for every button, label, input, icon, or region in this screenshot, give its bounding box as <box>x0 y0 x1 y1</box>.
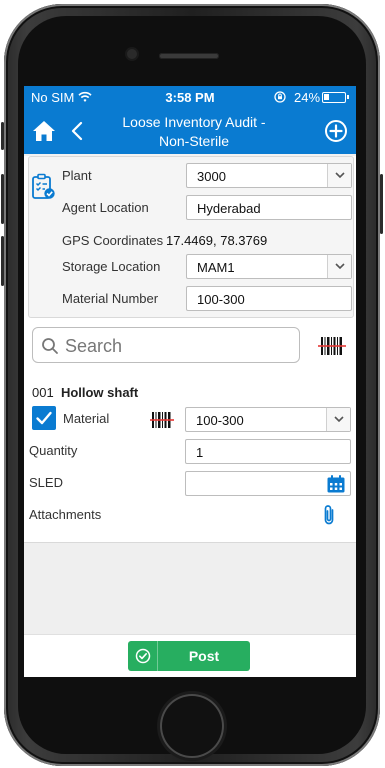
battery-nub <box>347 95 349 99</box>
calendar-icon[interactable] <box>326 474 346 494</box>
item-title: 001 Hollow shaft <box>32 385 138 400</box>
search-box[interactable] <box>32 327 300 363</box>
storage-location-value: MAM1 <box>197 260 235 275</box>
battery-percent: 24% <box>294 90 321 105</box>
sled-label: SLED <box>29 475 63 490</box>
material-label: Material <box>63 411 110 426</box>
material-value: 100-300 <box>196 413 244 428</box>
app-screen: No SIM 3:58 PM 24% Loose Inventory Audit… <box>24 86 356 677</box>
earpiece-speaker <box>159 53 219 59</box>
plant-value: 3000 <box>197 169 226 184</box>
document-check-icon <box>32 173 55 199</box>
storage-location-label: Storage Location <box>62 259 161 274</box>
gps-value: 17.4469, 78.3769 <box>166 233 268 248</box>
back-chevron-icon[interactable] <box>70 121 84 141</box>
storage-location-select[interactable]: MAM1 <box>186 254 352 279</box>
material-select[interactable]: 100-300 <box>185 407 351 432</box>
home-icon[interactable] <box>32 120 56 142</box>
quantity-field[interactable]: 1 <box>185 439 351 464</box>
agent-location-label: Agent Location <box>62 200 149 215</box>
item-name: Hollow shaft <box>60 385 139 400</box>
mute-switch <box>1 122 4 150</box>
item-number: 001 <box>32 385 54 400</box>
page-title: Loose Inventory Audit - Non-Sterile <box>94 113 294 151</box>
quantity-label: Quantity <box>29 443 78 458</box>
material-number-value: 100-300 <box>197 292 245 307</box>
footer-bar: Post <box>24 634 356 677</box>
battery-icon <box>322 92 349 103</box>
plant-label: Plant <box>62 168 92 183</box>
checkbox-checked-icon <box>36 411 52 425</box>
barcode-scan-icon[interactable] <box>318 335 346 357</box>
quantity-value: 1 <box>196 445 204 460</box>
search-icon <box>42 338 58 354</box>
page-title-line2: Non-Sterile <box>158 133 230 149</box>
header-card: Plant 3000 Agent Location Hyderabad GPS … <box>28 156 354 318</box>
home-button[interactable] <box>160 694 224 758</box>
agent-location-field[interactable]: Hyderabad <box>186 195 352 220</box>
add-circle-icon[interactable] <box>324 119 348 143</box>
power-button <box>380 174 383 234</box>
check-circle-icon <box>135 648 151 664</box>
battery-fill <box>324 94 329 100</box>
status-bar: No SIM 3:58 PM 24% <box>24 86 356 110</box>
page-title-line1: Loose Inventory Audit - <box>122 114 266 130</box>
chevron-down-icon <box>326 408 350 431</box>
attachments-label: Attachments <box>29 507 102 522</box>
agent-location-value: Hyderabad <box>197 201 261 216</box>
paperclip-icon[interactable] <box>322 504 336 526</box>
nav-bar: Loose Inventory Audit - Non-Sterile <box>24 110 356 154</box>
plant-select[interactable]: 3000 <box>186 163 352 188</box>
lock-rotation-icon <box>274 91 286 103</box>
barcode-scan-icon[interactable] <box>150 411 174 429</box>
search-input[interactable] <box>65 334 290 358</box>
material-number-label: Material Number <box>62 291 159 306</box>
chevron-down-icon <box>327 164 351 187</box>
front-camera <box>127 49 137 59</box>
post-icon-box <box>128 641 158 671</box>
material-number-field[interactable]: 100-300 <box>186 286 352 311</box>
volume-down-button <box>1 236 4 286</box>
material-checkbox[interactable] <box>32 406 56 430</box>
volume-up-button <box>1 174 4 224</box>
search-row <box>28 326 354 364</box>
post-button[interactable]: Post <box>128 641 250 671</box>
post-label: Post <box>188 648 220 664</box>
chevron-down-icon <box>327 255 351 278</box>
gps-label: GPS Coordinates <box>62 233 164 248</box>
empty-area <box>24 542 356 634</box>
